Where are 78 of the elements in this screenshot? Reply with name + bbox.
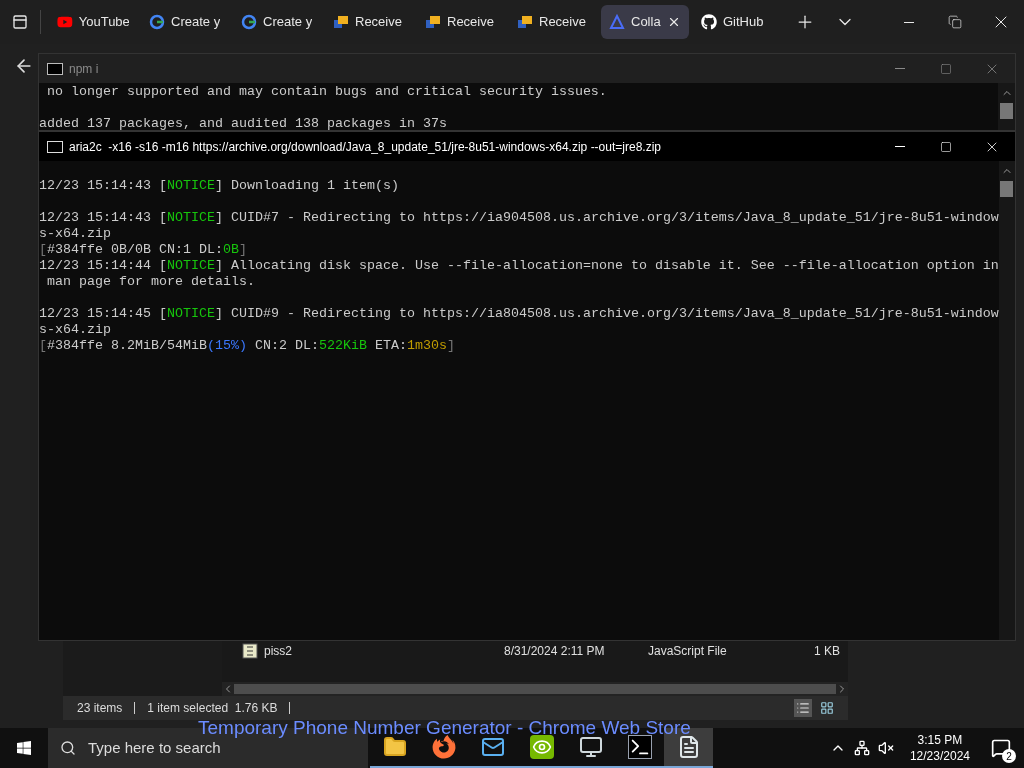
browser-tab[interactable]: Create y (233, 5, 321, 39)
monitor-icon (578, 735, 603, 759)
github-icon (701, 14, 717, 30)
console-icon (47, 62, 63, 75)
tab-title: Receive (539, 13, 586, 32)
notifications-button[interactable]: 2 (986, 733, 1016, 763)
console-line: 12/23 15:14:44 [NOTICE] Allocating disk space. Use --file-allocation=none to disable it. See --file-allocation option in (39, 258, 999, 274)
notification-count: 2 (1002, 749, 1016, 763)
tab-actions-icon (12, 14, 28, 30)
console-line: man page for more details. (46, 274, 256, 290)
tab-title: GitHub (723, 13, 764, 32)
scrollbar-thumb[interactable] (234, 684, 836, 694)
tab-title: Create y (263, 13, 313, 32)
browser-tab[interactable]: YouTube (49, 5, 137, 39)
console-line: added 137 packages, and audited 138 packages in 37s (39, 116, 448, 130)
browser-icon (431, 735, 456, 759)
search-icon (60, 740, 76, 756)
maximize-icon (940, 62, 952, 75)
details-view-button[interactable] (794, 699, 812, 717)
g-logo-icon (241, 14, 257, 30)
file-row[interactable]: piss2 8/31/2024 2:11 PM JavaScript File 1 KB (222, 640, 848, 662)
window-title: npm i (69, 60, 99, 78)
play-icon (57, 14, 73, 30)
file-name: piss2 (264, 643, 293, 660)
console-line: 12/23 15:14:45 [NOTICE] CUID#9 - Redirecting to https://ia804508.us.archive.org/3/items/Java_8_update_51/jre-8u51-window (39, 306, 999, 322)
console-icon (47, 140, 63, 153)
scrollbar-thumb[interactable] (1000, 103, 1013, 119)
logo-icon (609, 14, 625, 30)
browser-tab[interactable]: Receive (417, 5, 505, 39)
terminal-icon (627, 735, 652, 759)
tab-title: Receive (355, 13, 402, 32)
console-line: no longer supported and may contain bugs and critical security issues. (46, 84, 608, 100)
tiles-view-button[interactable] (820, 701, 834, 715)
close-tab-icon[interactable] (667, 15, 681, 29)
selection-info: 1 item selected 1.76 KB (147, 700, 278, 717)
windows-logo-icon (16, 740, 32, 756)
browser-tab[interactable]: GitHub (693, 5, 781, 39)
list-icon (796, 701, 810, 715)
folder-icon (382, 735, 407, 759)
restore-icon (948, 15, 962, 29)
minimize-icon (904, 21, 914, 23)
scrollbar-thumb[interactable] (1000, 181, 1014, 197)
file-date: 8/31/2024 2:11 PM (504, 643, 606, 660)
script-file-icon (242, 643, 258, 659)
tab-title: YouTube (78, 13, 129, 32)
eye-logo-icon (529, 735, 554, 759)
browser-tab[interactable]: Colla (601, 5, 689, 39)
window-title: aria2c -x16 -s16 -m16 https://archive.org/download/Java_8_update_51/jre-8u51-windows-x64.zip --out=jre8.zip (69, 138, 661, 156)
scrollbar[interactable] (998, 83, 1015, 130)
flag-icon (517, 14, 533, 30)
tab-title: Colla (631, 13, 661, 32)
console-line: 12/23 15:14:43 [NOTICE] CUID#7 - Redirecting to https://ia904508.us.archive.org/3/items/Java_8_update_51/jre-8u51-window (39, 210, 999, 226)
horizontal-scrollbar[interactable] (222, 682, 848, 696)
browser-tab[interactable]: Create y (141, 5, 229, 39)
minimize-icon (895, 68, 905, 69)
scrollbar[interactable] (998, 161, 1015, 640)
tab-title: Receive (447, 13, 494, 32)
volume-muted-icon[interactable] (877, 740, 894, 756)
console-line: s-x64.zip (39, 322, 112, 338)
grid-icon (820, 701, 834, 715)
console-line: [#384ffe 0B/0B CN:1 DL:0B] (39, 242, 248, 258)
console-line: 12/23 15:14:43 [NOTICE] Downloading 1 item(s) (39, 178, 400, 194)
file-size: 1 KB (813, 643, 840, 660)
tab-title: Create y (171, 13, 221, 32)
g-logo-icon (149, 14, 165, 30)
minimize-icon (895, 146, 905, 147)
network-icon[interactable] (853, 740, 870, 756)
console-line: s-x64.zip (39, 226, 112, 242)
mail-icon (480, 735, 505, 759)
browser-tab[interactable]: Receive (325, 5, 413, 39)
clock[interactable]: 3:15 PM 12/23/2024 (901, 732, 978, 764)
flag-icon (333, 14, 349, 30)
file-type: JavaScript File (648, 643, 728, 660)
flag-icon (425, 14, 441, 30)
console-line: [#384ffe 8.2MiB/54MiB(15%) CN:2 DL:522KiB ETA:1m30s] (39, 338, 456, 354)
browser-tab[interactable]: Receive (509, 5, 597, 39)
maximize-icon (940, 140, 952, 153)
item-count: 23 items (77, 700, 123, 717)
